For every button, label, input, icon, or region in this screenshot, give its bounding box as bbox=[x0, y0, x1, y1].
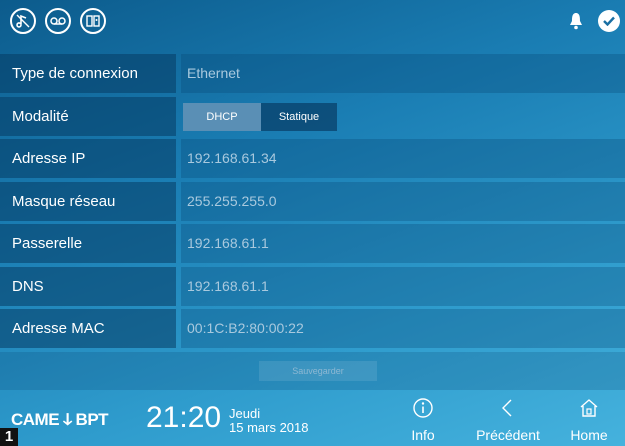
ip-address-label: Adresse IP bbox=[0, 139, 176, 178]
save-button[interactable]: Sauvegarder bbox=[259, 361, 377, 381]
callout-marker: 1 bbox=[0, 428, 18, 446]
info-label: Info bbox=[411, 427, 435, 443]
mode-label: Modalité bbox=[0, 97, 176, 136]
row-ip-address: Adresse IP 192.168.61.34 bbox=[0, 139, 625, 178]
dhcp-option[interactable]: DHCP bbox=[183, 103, 261, 131]
brand-logo: CAME ↆ BPT bbox=[11, 410, 109, 430]
gateway-field[interactable]: 192.168.61.1 bbox=[181, 224, 625, 263]
gateway-label: Passerelle bbox=[0, 224, 176, 263]
check-icon[interactable] bbox=[598, 10, 620, 32]
mac-address-field[interactable]: 00:1C:B2:80:00:22 bbox=[181, 309, 625, 348]
row-mac-address: Adresse MAC 00:1C:B2:80:00:22 bbox=[0, 309, 625, 348]
subnet-mask-field[interactable]: 255.255.255.0 bbox=[181, 182, 625, 221]
info-button[interactable]: Info bbox=[397, 397, 449, 443]
brand-bpt: BPT bbox=[75, 410, 109, 429]
home-button[interactable]: Home bbox=[564, 397, 614, 443]
brand-came: CAME bbox=[11, 410, 60, 429]
row-connection-type: Type de connexion Ethernet bbox=[0, 54, 625, 93]
info-icon bbox=[413, 398, 433, 418]
voicemail-icon[interactable] bbox=[45, 8, 71, 34]
back-label: Précédent bbox=[476, 427, 540, 443]
bell-icon[interactable] bbox=[569, 11, 583, 31]
save-bar: Sauvegarder bbox=[0, 352, 625, 390]
chevron-left-icon bbox=[502, 399, 512, 417]
row-dns: DNS 192.168.61.1 bbox=[0, 267, 625, 306]
dns-label: DNS bbox=[0, 267, 176, 306]
intercom-icon[interactable] bbox=[80, 8, 106, 34]
ip-address-field[interactable]: 192.168.61.34 bbox=[181, 139, 625, 178]
footer-bar: CAME ↆ BPT 21:20 Jeudi 15 mars 2018 Info P… bbox=[0, 390, 625, 446]
row-mode: Modalité DHCP Statique bbox=[0, 97, 625, 136]
clock-time: 21:20 bbox=[146, 401, 222, 434]
home-label: Home bbox=[570, 427, 608, 443]
dns-field[interactable]: 192.168.61.1 bbox=[181, 267, 625, 306]
mac-address-label: Adresse MAC bbox=[0, 309, 176, 348]
row-gateway: Passerelle 192.168.61.1 bbox=[0, 224, 625, 263]
static-option[interactable]: Statique bbox=[261, 103, 337, 131]
brand-separator-icon: ↆ bbox=[63, 410, 72, 429]
row-subnet-mask: Masque réseau 255.255.255.0 bbox=[0, 182, 625, 221]
top-bar bbox=[0, 0, 625, 44]
music-icon[interactable] bbox=[10, 8, 36, 34]
day-name: Jeudi bbox=[229, 406, 261, 421]
connection-type-label: Type de connexion bbox=[0, 54, 176, 93]
connection-type-value[interactable]: Ethernet bbox=[181, 54, 625, 93]
back-button[interactable]: Précédent bbox=[470, 397, 546, 443]
home-icon bbox=[580, 399, 598, 417]
date-text: 15 mars 2018 bbox=[229, 420, 309, 435]
subnet-mask-label: Masque réseau bbox=[0, 182, 176, 221]
